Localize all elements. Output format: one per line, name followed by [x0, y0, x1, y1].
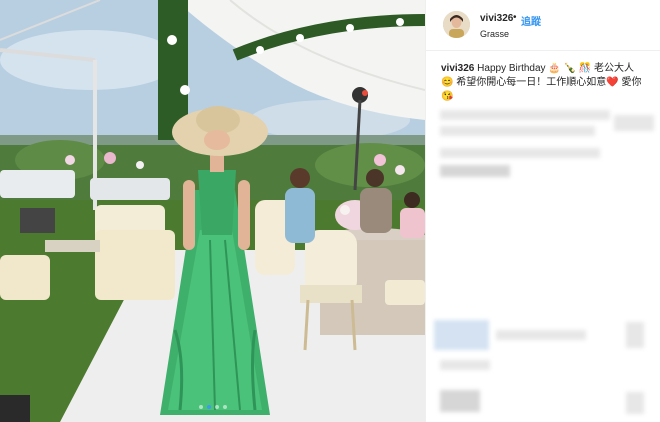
post-caption: vivi326 Happy Birthday 🎂 🍾 🎊 老公大人 😊 希望你開…: [441, 62, 651, 104]
location-link[interactable]: Grasse: [480, 29, 509, 39]
blurred-comment: [614, 115, 654, 131]
post-sidebar: vivi326 • 追蹤 Grasse vivi326 Happy Birthd…: [425, 0, 660, 422]
caption-line-1: vivi326 Happy Birthday 🎂 🍾 🎊 老公大人: [441, 62, 651, 76]
carousel-dot[interactable]: [222, 405, 227, 409]
blurred-comment: [626, 392, 644, 414]
username[interactable]: vivi326: [480, 13, 513, 24]
post-photo[interactable]: [0, 0, 425, 422]
carousel-dot[interactable]: [214, 405, 219, 409]
carousel-indicator[interactable]: [0, 405, 425, 409]
blurred-comment: [440, 165, 510, 177]
party-scene-illustration: [0, 0, 425, 422]
avatar[interactable]: [443, 11, 470, 38]
blurred-comment: [440, 390, 480, 412]
carousel-dot-active[interactable]: [206, 405, 211, 409]
caption-text-3: 😘: [441, 91, 454, 102]
blurred-comment: [434, 320, 489, 350]
carousel-dot[interactable]: [198, 405, 203, 409]
follow-button[interactable]: 追蹤: [521, 13, 541, 28]
blurred-comment: [496, 330, 586, 340]
caption-text-1: Happy Birthday 🎂 🍾 🎊 老公大人: [477, 63, 634, 74]
blurred-comment: [626, 322, 644, 348]
blurred-comment: [440, 360, 490, 370]
caption-username[interactable]: vivi326: [441, 63, 474, 74]
avatar-image: [443, 11, 470, 38]
blurred-comment: [440, 148, 600, 158]
caption-text-2: 😊 希望你開心每一日！工作順心如意❤️ 愛你: [441, 77, 642, 88]
blurred-comment: [440, 110, 610, 120]
follow-separator: •: [513, 12, 517, 23]
post-header: vivi326 • 追蹤 Grasse: [426, 0, 660, 51]
blurred-comment: [440, 126, 595, 136]
